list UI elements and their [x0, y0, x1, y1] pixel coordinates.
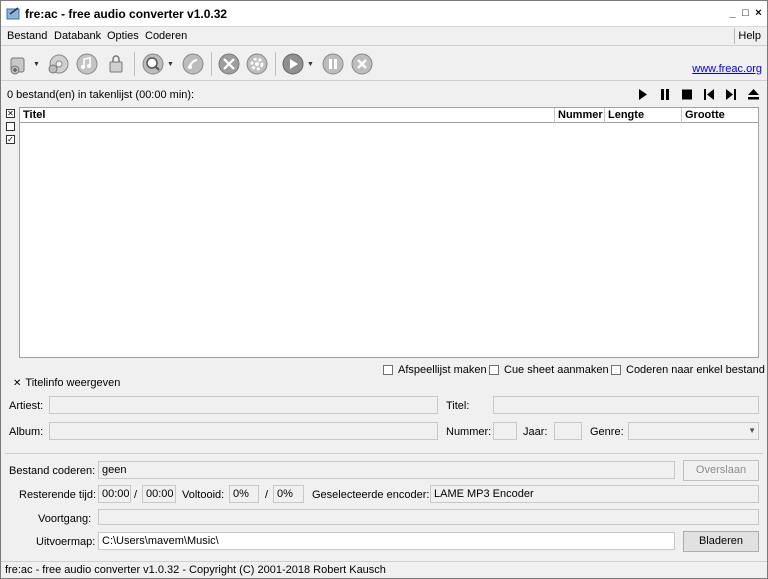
- menu-bestand[interactable]: Bestand: [7, 30, 47, 42]
- search-icon[interactable]: [141, 52, 165, 76]
- divider: [5, 453, 763, 454]
- track-field[interactable]: [493, 422, 517, 440]
- menu-help[interactable]: Help: [738, 30, 761, 42]
- app-icon: [6, 6, 22, 22]
- database-icon[interactable]: [181, 52, 205, 76]
- year-field[interactable]: [554, 422, 582, 440]
- album-field[interactable]: [49, 422, 438, 440]
- app-window: fre:ac - free audio converter v1.0.32 _ …: [0, 0, 768, 579]
- genre-select[interactable]: ▼: [628, 422, 759, 440]
- completed-separator: /: [265, 489, 269, 501]
- title-info-label: Titelinfo weergeven: [25, 377, 121, 389]
- toolbar: ▼ ▼ ▼ www.freac.org: [1, 47, 767, 81]
- column-length[interactable]: Lengte: [605, 108, 682, 123]
- close-button[interactable]: ×: [754, 7, 763, 19]
- tools-icon[interactable]: [217, 52, 241, 76]
- column-title[interactable]: Titel: [20, 108, 555, 123]
- eject-icon[interactable]: [747, 87, 759, 101]
- pause-icon[interactable]: [321, 52, 345, 76]
- toolbar-separator: [134, 52, 135, 76]
- remaining-time-label: Resterende tijd:: [19, 489, 97, 501]
- menu-coderen[interactable]: Coderen: [145, 30, 187, 42]
- title-info-option[interactable]: ✕ Titelinfo weergeven: [13, 377, 120, 389]
- menu-separator: [734, 28, 735, 44]
- output-folder-field[interactable]: C:\Users\mavem\Music\: [98, 532, 675, 550]
- completed-label: Voltooid:: [182, 489, 225, 501]
- toolbar-separator: [275, 52, 276, 76]
- column-track[interactable]: Nummer: [555, 108, 605, 123]
- cuesheet-label: Cue sheet aanmaken: [504, 364, 609, 376]
- single-file-label: Coderen naar enkel bestand: [626, 364, 765, 376]
- toggle-selection-checkbox[interactable]: ✓: [6, 135, 15, 144]
- pause-small-icon[interactable]: [659, 87, 671, 101]
- next-icon[interactable]: [725, 87, 737, 101]
- stop-icon[interactable]: [350, 52, 374, 76]
- title-label: Titel:: [446, 400, 470, 412]
- skip-button[interactable]: Overslaan: [683, 460, 759, 481]
- add-files-icon[interactable]: [7, 52, 31, 76]
- completed-field: 0%: [229, 485, 259, 503]
- album-label: Album:: [9, 426, 44, 438]
- track-label: Nummer:: [446, 426, 492, 438]
- title-field[interactable]: [493, 396, 759, 414]
- job-list-header: Titel Nummer Lengte Grootte: [20, 108, 758, 123]
- title-bar: fre:ac - free audio converter v1.0.32 _ …: [1, 1, 767, 27]
- website-link[interactable]: www.freac.org: [692, 63, 762, 75]
- minimize-button[interactable]: _: [728, 7, 737, 19]
- toolbar-separator: [211, 52, 212, 76]
- output-folder-label: Uitvoermap:: [36, 536, 96, 548]
- window-title: fre:ac - free audio converter v1.0.32: [25, 7, 228, 21]
- year-label: Jaar:: [523, 426, 548, 438]
- artist-field[interactable]: [49, 396, 438, 414]
- playlist-option[interactable]: Afspeellijst maken: [383, 364, 487, 376]
- select-all-checkbox[interactable]: ✕: [6, 109, 15, 118]
- play-icon[interactable]: [637, 87, 649, 101]
- status-bar: fre:ac - free audio converter v1.0.32 - …: [1, 561, 767, 579]
- completed-total-field: 0%: [273, 485, 304, 503]
- single-file-option[interactable]: Coderen naar enkel bestand: [611, 364, 765, 376]
- play-encode-icon[interactable]: [281, 52, 305, 76]
- menu-databank[interactable]: Databank: [54, 30, 101, 42]
- title-info-checkbox[interactable]: ✕: [13, 378, 21, 389]
- chevron-down-icon: ▼: [748, 426, 756, 435]
- add-cd-icon[interactable]: [46, 52, 70, 76]
- cuesheet-checkbox[interactable]: [489, 365, 499, 375]
- joblist-info: 0 bestand(en) in takenlijst (00:00 min):: [7, 89, 195, 101]
- menu-opties[interactable]: Opties: [107, 30, 139, 42]
- maximize-button[interactable]: □: [741, 7, 750, 19]
- select-none-checkbox[interactable]: [6, 122, 15, 131]
- lock-icon[interactable]: [104, 52, 128, 76]
- encode-dropdown-icon[interactable]: ▼: [307, 61, 314, 68]
- search-dropdown-icon[interactable]: ▼: [167, 61, 174, 68]
- genre-label: Genre:: [590, 426, 624, 438]
- artist-label: Artiest:: [9, 400, 44, 412]
- add-files-dropdown-icon[interactable]: ▼: [33, 61, 40, 68]
- encoding-file-field: geen: [98, 461, 675, 479]
- encoding-file-label: Bestand coderen:: [9, 465, 96, 477]
- stop-small-icon[interactable]: [681, 87, 693, 101]
- playlist-label: Afspeellijst maken: [398, 364, 487, 376]
- progress-label: Voortgang:: [38, 513, 92, 525]
- job-list[interactable]: Titel Nummer Lengte Grootte: [19, 107, 759, 358]
- encoder-field: LAME MP3 Encoder: [430, 485, 759, 503]
- column-size[interactable]: Grootte: [682, 108, 758, 123]
- previous-icon[interactable]: [703, 87, 715, 101]
- remaining-time-field: 00:00: [98, 485, 131, 503]
- encoder-label: Geselecteerde encoder:: [312, 489, 430, 501]
- cd-icon[interactable]: [75, 52, 99, 76]
- remaining-time-separator: /: [134, 489, 138, 501]
- single-file-checkbox[interactable]: [611, 365, 621, 375]
- settings-icon[interactable]: [245, 52, 269, 76]
- total-time-field: 00:00: [142, 485, 176, 503]
- playlist-checkbox[interactable]: [383, 365, 393, 375]
- player-controls: [637, 87, 759, 101]
- cuesheet-option[interactable]: Cue sheet aanmaken: [489, 364, 609, 376]
- progress-bar: [98, 509, 759, 525]
- browse-button[interactable]: Bladeren: [683, 531, 759, 552]
- menu-bar: Bestand Databank Opties Coderen Help: [1, 27, 767, 46]
